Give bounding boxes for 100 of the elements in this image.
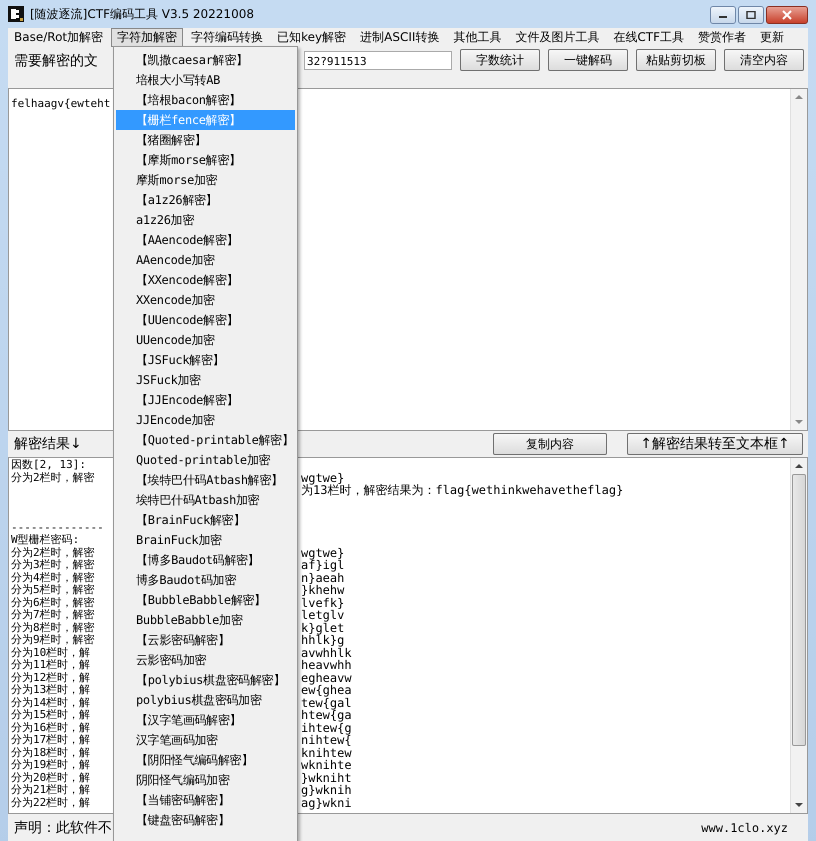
toolbar-button[interactable]: 一键解码 <box>548 49 628 71</box>
menu-item[interactable]: 博多Baudot码加密 <box>116 570 295 590</box>
field-label: 需要解密的文 <box>14 53 98 69</box>
menu-item[interactable]: 【JJEncode解密】 <box>116 390 295 410</box>
menu-item[interactable]: 【UUencode解密】 <box>116 310 295 330</box>
minimize-button[interactable] <box>710 6 736 24</box>
result-line: wgtwe} <box>301 546 344 559</box>
status-text: 声明：此软件不 <box>14 818 112 836</box>
menu-item[interactable]: 【polybius棋盘密码解密】 <box>116 670 295 690</box>
menu-item[interactable]: 字符编码转换 <box>185 28 270 46</box>
result-line: 分为7栏时，解密 <box>11 609 95 622</box>
menu-item[interactable]: 【汉字笔画码解密】 <box>116 710 295 730</box>
result-line: 分为3栏时，解密 <box>11 559 95 572</box>
transfer-button[interactable]: ↑解密结果转至文本框↑ <box>627 433 803 455</box>
menu-item[interactable]: 【JSFuck解密】 <box>116 350 295 370</box>
result-line: -------------- <box>11 522 104 534</box>
result-line: 分为10栏时，解 <box>11 646 90 659</box>
menu-item[interactable]: 已知key解密 <box>271 28 352 46</box>
result-line: knihtew <box>301 746 352 759</box>
menu-item[interactable]: 进制ASCII转换 <box>354 28 446 46</box>
menu-item[interactable]: Quoted-printable加密 <box>116 450 295 470</box>
menu-item[interactable]: 【BubbleBabble解密】 <box>116 590 295 610</box>
window-title: [随波逐流]CTF编码工具 V3.5 20221008 <box>30 6 254 22</box>
result-line: g}wknih <box>301 784 352 796</box>
menu-item[interactable]: 【AAencode解密】 <box>116 230 295 250</box>
menu-item[interactable]: Base/Rot加解密 <box>8 28 110 46</box>
menu-item[interactable]: 【BrainFuck解密】 <box>116 510 295 530</box>
result-line: 分为17栏时，解 <box>11 734 90 746</box>
close-button[interactable] <box>766 6 808 24</box>
menu-item[interactable]: BubbleBabble加密 <box>116 610 295 630</box>
result-line: 分为2栏时，解密 <box>11 472 95 484</box>
result-line: k}glet <box>301 622 344 634</box>
result-line: 分为6栏时，解密 <box>11 596 95 608</box>
menu-item[interactable]: 【阴阳怪气编码解密】 <box>116 750 295 770</box>
menu-item[interactable]: 阴阳怪气编码加密 <box>116 770 295 790</box>
input-field[interactable]: 32?911513 <box>304 50 452 70</box>
menu-item[interactable]: 【摩斯morse解密】 <box>116 150 295 170</box>
result-line: 分为18栏时，解 <box>11 746 90 759</box>
result-line: tew{gal <box>301 696 352 709</box>
menu-item[interactable]: 【Quoted-printable解密】 <box>116 430 295 450</box>
result-line: letglv <box>301 609 344 622</box>
menu-item[interactable]: 在线CTF工具 <box>607 28 690 46</box>
maximize-button[interactable] <box>738 6 764 24</box>
scrollbar[interactable] <box>790 458 807 813</box>
menu-item[interactable]: 【凯撒caesar解密】 <box>116 50 295 70</box>
menu-item[interactable]: 【猪圈解密】 <box>116 130 295 150</box>
menu-item[interactable]: 汉字笔画码加密 <box>116 730 295 750</box>
result-line: lvefk} <box>301 596 344 609</box>
menu-item[interactable]: 其他工具 <box>447 28 508 46</box>
result-line: 分为15栏时，解 <box>11 709 90 722</box>
menu-item[interactable]: a1z26加密 <box>116 210 295 230</box>
toolbar-button[interactable]: 清空内容 <box>724 49 804 71</box>
menu-item[interactable]: 更新 <box>754 28 790 46</box>
result-line: ag}wkni <box>301 796 352 809</box>
result-line: n}aeah <box>301 572 344 584</box>
menu-item[interactable]: AAencode加密 <box>116 250 295 270</box>
menu-item[interactable]: 【键盘密码解密】 <box>116 810 295 830</box>
menu-item[interactable]: 【云影密码解密】 <box>116 630 295 650</box>
menu-item[interactable]: 【培根bacon解密】 <box>116 90 295 110</box>
result-line: 分为4栏时，解密 <box>11 572 95 584</box>
menu-item[interactable]: 【埃特巴什码Atbash解密】 <box>116 470 295 490</box>
menu-item[interactable]: 赞赏作者 <box>692 28 752 46</box>
input-text: felhaagv{ewteht <box>11 97 110 110</box>
result-line: avwhhlk <box>301 646 352 659</box>
result-line: 为13栏时，解密结果为：flag{wethinkwehavetheflag} <box>301 484 624 496</box>
menu-item[interactable]: 摩斯morse加密 <box>116 170 295 190</box>
menu-item[interactable]: 【a1z26解密】 <box>116 190 295 210</box>
result-line: ihtew{g <box>301 722 352 734</box>
toolbar-button[interactable]: 字数统计 <box>460 49 540 71</box>
maximize-icon <box>746 11 756 19</box>
result-line: hhlk}g <box>301 634 344 646</box>
result-line: 分为16栏时，解 <box>11 722 90 734</box>
menu-item[interactable]: 文件及图片工具 <box>509 28 606 46</box>
result-line: heavwhh <box>301 659 352 672</box>
menu-item[interactable]: UUencode加密 <box>116 330 295 350</box>
result-line: ew{ghea <box>301 684 352 696</box>
result-line: 因数[2, 13]: <box>11 459 86 472</box>
result-line: }wkniht <box>301 772 352 784</box>
result-line: W型栅栏密码: <box>11 534 80 546</box>
toolbar-button[interactable]: 粘贴剪切板 <box>636 49 716 71</box>
menu-item[interactable]: 云影密码加密 <box>116 650 295 670</box>
menu-item[interactable]: polybius棋盘密码加密 <box>116 690 295 710</box>
website-text: www.1clo.xyz <box>701 820 788 834</box>
menu-item[interactable]: 【博多Baudot码解密】 <box>116 550 295 570</box>
menu-item[interactable]: 字符加解密 <box>111 28 184 46</box>
result-line: }khehw <box>301 584 344 596</box>
menu-item[interactable]: XXencode加密 <box>116 290 295 310</box>
copy-button[interactable]: 复制内容 <box>493 433 607 455</box>
menu-item[interactable]: 埃特巴什码Atbash加密 <box>116 490 295 510</box>
result-line: 分为21栏时，解 <box>11 784 90 796</box>
menu-item[interactable]: JSFuck加密 <box>116 370 295 390</box>
result-line: wgtwe} <box>301 472 344 484</box>
result-line: 分为5栏时，解密 <box>11 584 95 596</box>
menu-item[interactable]: 培根大小写转AB <box>116 70 295 90</box>
menu-item[interactable]: 【当铺密码解密】 <box>116 790 295 810</box>
result-line: 分为2栏时，解密 <box>11 546 95 558</box>
result-line: 分为9栏时，解密 <box>11 634 95 646</box>
menu-item[interactable]: JJEncode加密 <box>116 410 295 430</box>
menu-item[interactable]: BrainFuck加密 <box>116 530 295 550</box>
menu-item[interactable]: 【XXencode解密】 <box>116 270 295 290</box>
